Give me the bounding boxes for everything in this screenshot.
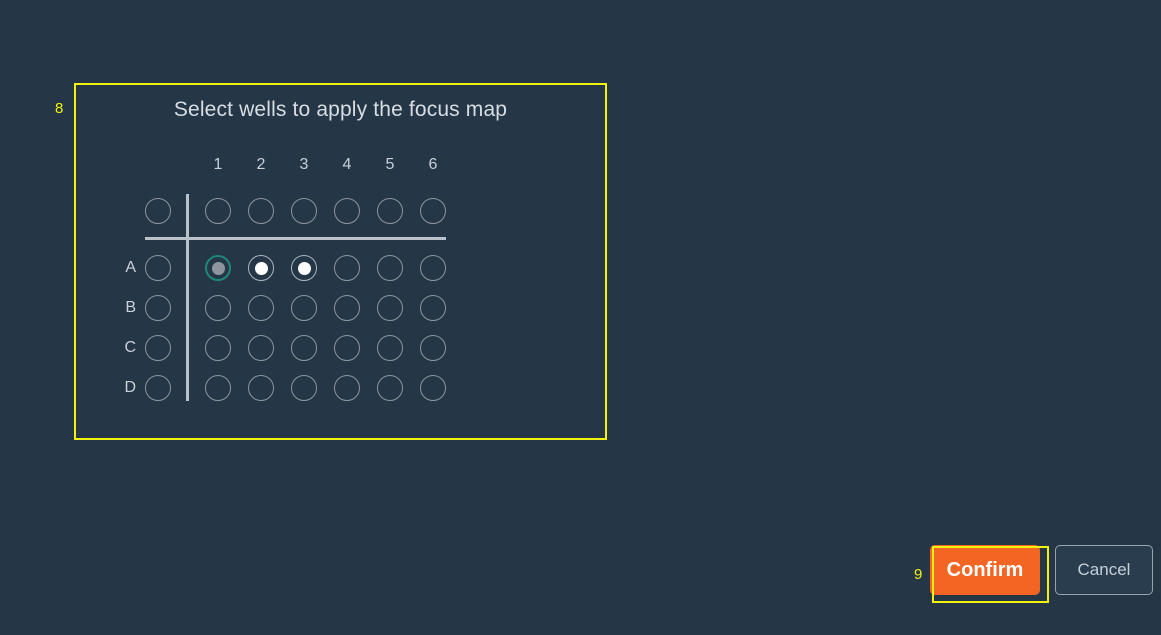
select-all-wells-well[interactable] [145, 198, 171, 224]
well-B1[interactable] [205, 295, 231, 321]
well-A5[interactable] [377, 255, 403, 281]
select-column-well-6[interactable] [420, 198, 446, 224]
select-column-well-3[interactable] [291, 198, 317, 224]
select-row-well-D[interactable] [145, 375, 171, 401]
row-label-A: A [125, 259, 136, 276]
select-row-well-A[interactable] [145, 255, 171, 281]
confirm-button[interactable]: Confirm [930, 545, 1040, 595]
annotation-label-9: 9 [914, 566, 923, 583]
column-label-6: 6 [428, 156, 438, 173]
select-row-well-B[interactable] [145, 295, 171, 321]
header-divider-vertical [186, 194, 189, 401]
select-column-well-2[interactable] [248, 198, 274, 224]
row-label-D: D [124, 379, 136, 396]
well-B4[interactable] [334, 295, 360, 321]
well-D5[interactable] [377, 375, 403, 401]
well-B3[interactable] [291, 295, 317, 321]
select-column-well-5[interactable] [377, 198, 403, 224]
column-label-1: 1 [213, 156, 223, 173]
cancel-button[interactable]: Cancel [1055, 545, 1153, 595]
select-column-well-1[interactable] [205, 198, 231, 224]
well-A3[interactable] [291, 255, 317, 281]
well-plate-grid: 1 2 3 4 5 6 A B C D [124, 155, 545, 415]
well-A6[interactable] [420, 255, 446, 281]
header-divider-horizontal [145, 237, 446, 240]
select-column-well-4[interactable] [334, 198, 360, 224]
well-C4[interactable] [334, 335, 360, 361]
select-row-well-C[interactable] [145, 335, 171, 361]
column-label-4: 4 [342, 156, 352, 173]
well-D2[interactable] [248, 375, 274, 401]
well-C2[interactable] [248, 335, 274, 361]
well-A1[interactable] [205, 255, 231, 281]
annotation-label-8: 8 [55, 100, 64, 117]
well-A4[interactable] [334, 255, 360, 281]
well-C1[interactable] [205, 335, 231, 361]
well-D4[interactable] [334, 375, 360, 401]
well-B6[interactable] [420, 295, 446, 321]
well-B2[interactable] [248, 295, 274, 321]
column-label-3: 3 [299, 156, 309, 173]
well-selection-dialog: Select wells to apply the focus map 1 2 3 4… [74, 83, 607, 440]
dialog-title: Select wells to apply the focus map [173, 98, 508, 121]
well-C3[interactable] [291, 335, 317, 361]
well-B5[interactable] [377, 295, 403, 321]
well-D6[interactable] [420, 375, 446, 401]
row-label-B: B [125, 299, 136, 316]
column-label-2: 2 [256, 156, 266, 173]
well-A2[interactable] [248, 255, 274, 281]
well-D3[interactable] [291, 375, 317, 401]
well-D1[interactable] [205, 375, 231, 401]
well-C5[interactable] [377, 335, 403, 361]
column-label-5: 5 [385, 156, 395, 173]
row-label-C: C [124, 339, 136, 356]
well-C6[interactable] [420, 335, 446, 361]
